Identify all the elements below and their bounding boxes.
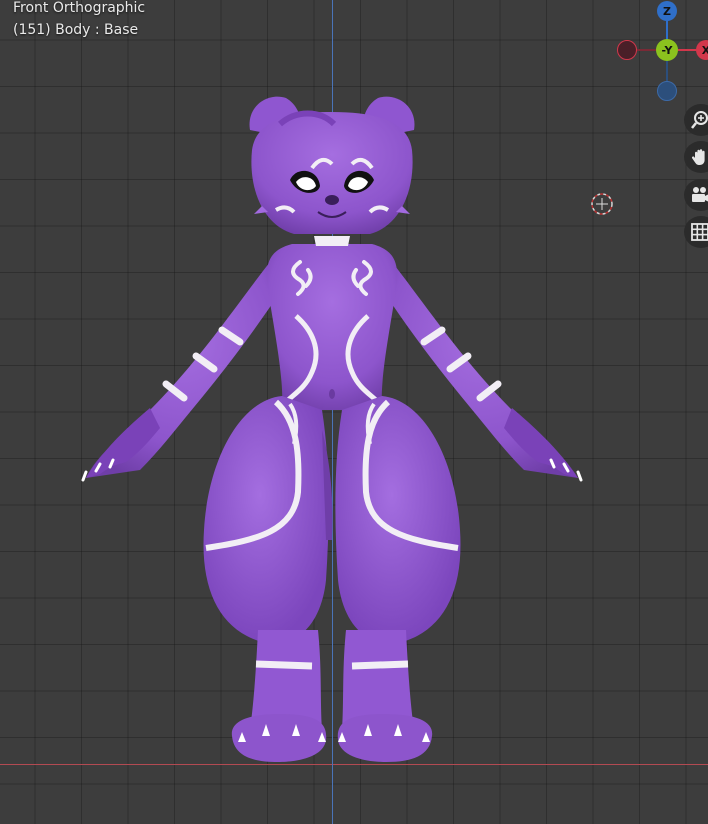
active-object-label: (151) Body : Base [13,22,139,38]
gizmo-z-axis[interactable]: Z [657,1,677,21]
navigation-gizmo[interactable]: Z X -Y [600,0,708,105]
grid-icon [691,223,708,241]
gizmo-x-label: X [701,43,708,57]
gizmo-neg-z-axis[interactable] [657,81,677,101]
view-name-label: Front Orthographic [13,0,146,16]
torso [266,236,398,410]
gizmo-axes [630,14,704,88]
gizmo-neg-y-axis[interactable]: -Y [656,39,678,61]
gizmo-neg-y-label: -Y [661,43,673,57]
gizmo-z-label: Z [663,4,671,18]
camera-icon [692,187,708,202]
3d-viewport[interactable]: Front Orthographic (151) Body : Base Z X… [0,0,708,824]
hand-icon [691,149,705,165]
gizmo-neg-x-axis[interactable] [617,40,637,60]
right-leg [337,630,433,762]
head [249,96,415,234]
left-leg [231,630,327,762]
right-thigh [335,396,461,644]
character-model[interactable] [0,0,708,824]
magnifier-plus-icon [691,111,708,129]
left-thigh [203,396,329,644]
3d-cursor-icon[interactable] [590,192,614,216]
